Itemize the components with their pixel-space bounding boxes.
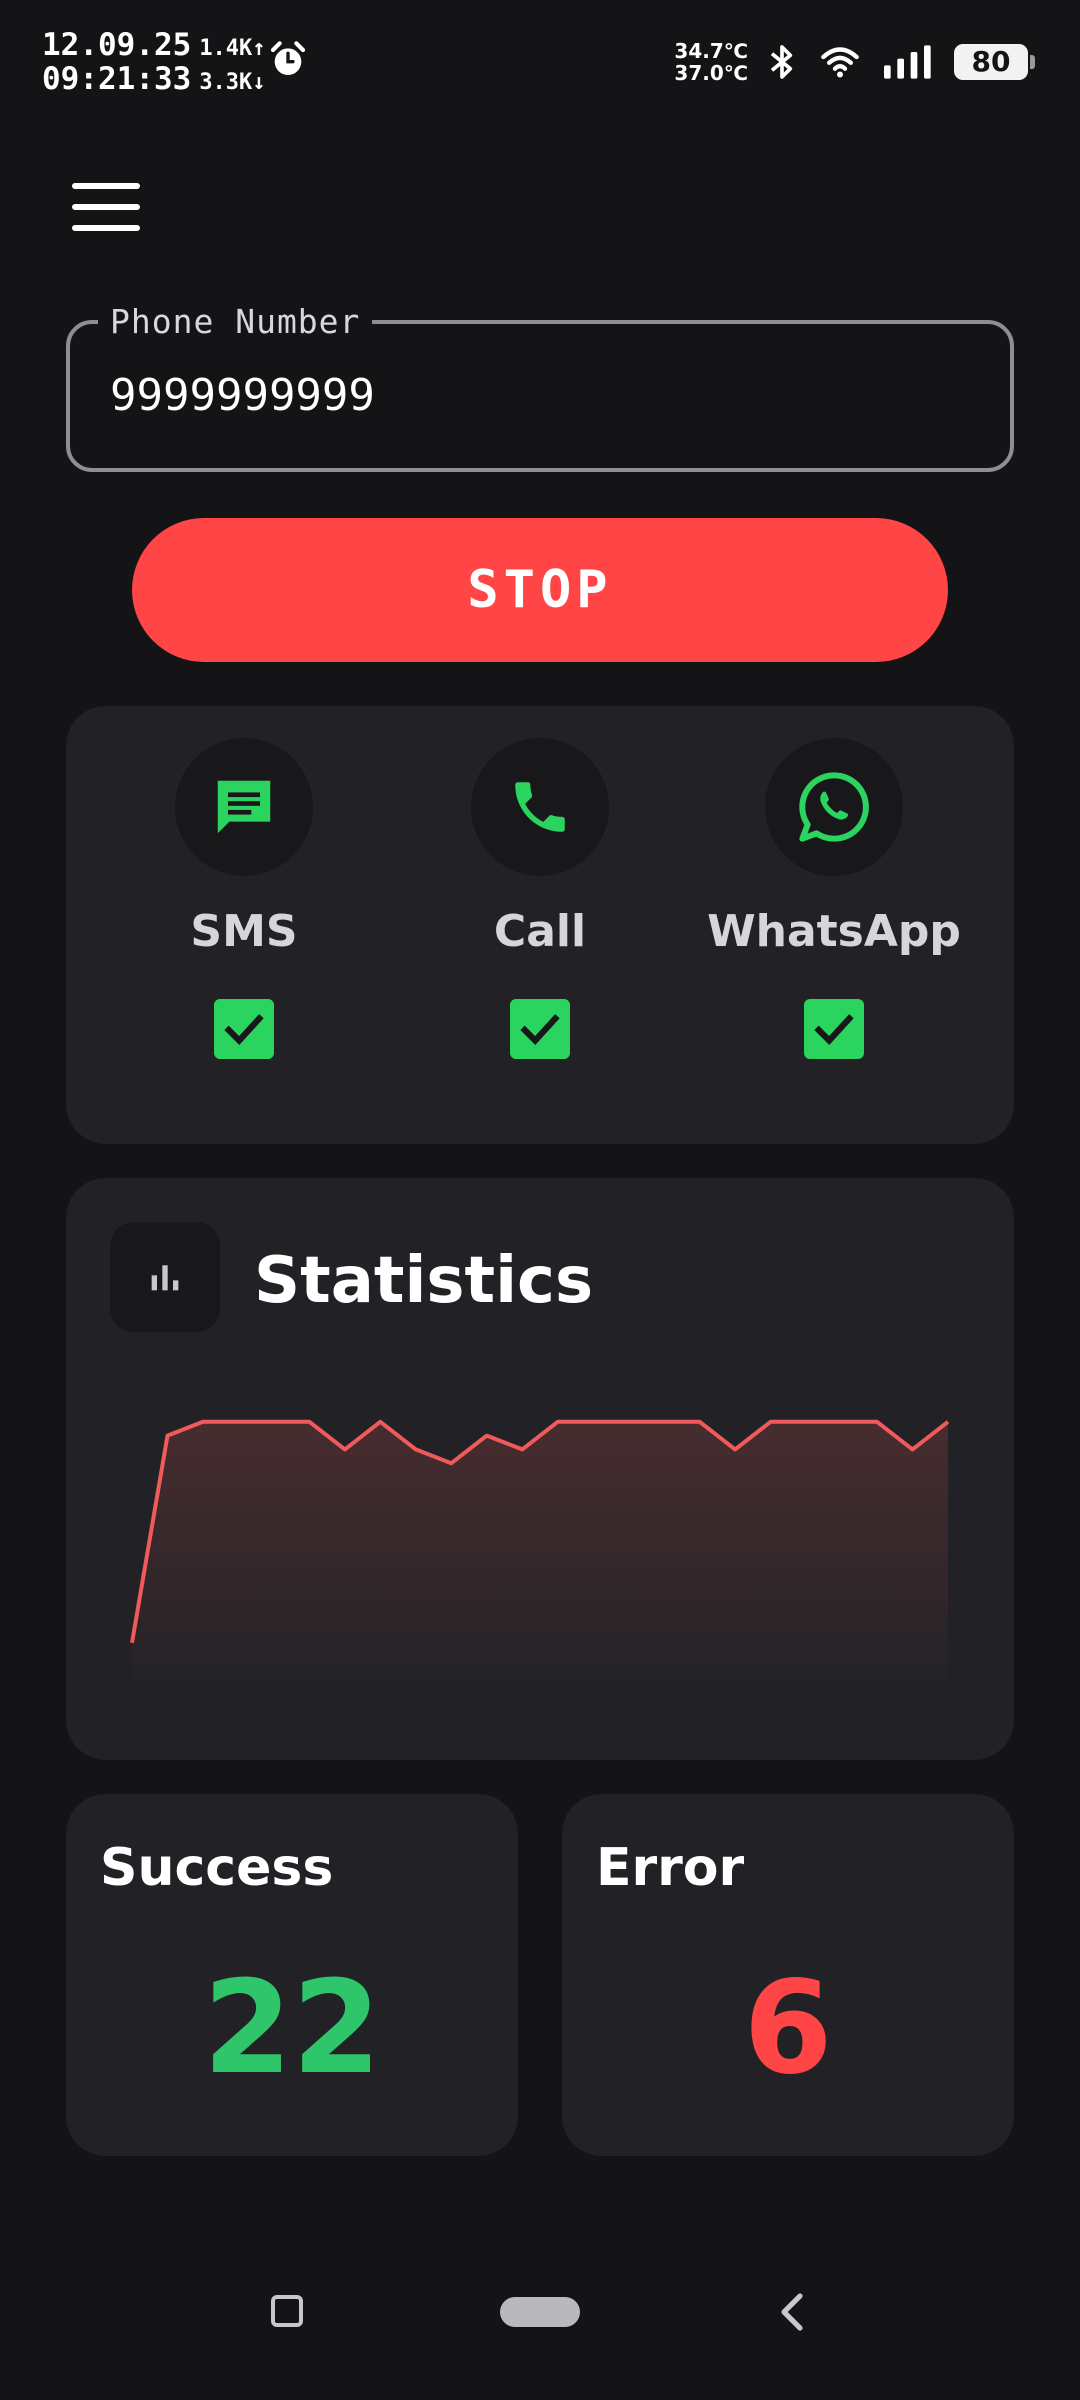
- channel-sms[interactable]: SMS: [124, 738, 364, 1059]
- phone-icon: [515, 782, 565, 832]
- phone-number-field[interactable]: Phone Number: [66, 302, 1014, 472]
- temperature-1: 34.7℃: [674, 39, 748, 63]
- temperature-readout: 34.7℃ 37.0℃: [674, 40, 748, 84]
- success-title: Success: [100, 1838, 334, 1898]
- bar-chart-icon: [110, 1222, 220, 1332]
- phone-icon-circle[interactable]: [471, 738, 609, 876]
- success-count: 22: [202, 1954, 382, 2103]
- bluetooth-icon: [770, 45, 793, 79]
- statistics-title: Statistics: [254, 1244, 594, 1318]
- channel-label: SMS: [190, 906, 298, 957]
- phone-number-label: Phone Number: [98, 302, 373, 341]
- sms-icon: [217, 780, 271, 834]
- channel-call[interactable]: Call: [420, 738, 660, 1059]
- chart-area-fill: [132, 1421, 948, 1698]
- status-right: 34.7℃ 37.0℃ 80: [674, 40, 1035, 84]
- status-left: 12.09.25 1.4K↑ 09:21:33 3.3K↓: [42, 30, 266, 98]
- whatsapp-icon-circle[interactable]: [765, 738, 903, 876]
- success-card: Success 22: [66, 1794, 518, 2156]
- recent-apps-button[interactable]: [271, 2295, 303, 2327]
- channel-label: WhatsApp: [707, 906, 961, 957]
- statistics-card: Statistics: [66, 1178, 1014, 1760]
- status-date: 12.09.25: [42, 27, 192, 63]
- bar-chart-glyph: [151, 1265, 179, 1291]
- error-card: Error 6: [562, 1794, 1014, 2156]
- status-bar: 12.09.25 1.4K↑ 09:21:33 3.3K↓ 34.7℃ 37.0…: [0, 0, 1080, 110]
- whatsapp-checkbox[interactable]: [804, 999, 864, 1059]
- stop-button[interactable]: STOP: [132, 518, 948, 662]
- temperature-2: 37.0℃: [674, 61, 748, 85]
- error-count: 6: [743, 1954, 833, 2103]
- whatsapp-icon: [799, 772, 869, 842]
- upload-speed: 1.4K↑: [199, 36, 266, 61]
- check-icon: [224, 1014, 264, 1045]
- check-icon: [814, 1014, 854, 1045]
- check-icon: [520, 1014, 560, 1045]
- phone-number-input[interactable]: [110, 370, 970, 421]
- menu-line: [72, 204, 140, 210]
- sms-checkbox[interactable]: [214, 999, 274, 1059]
- navigation-bar: [0, 2280, 1080, 2390]
- channel-label: Call: [493, 906, 587, 957]
- app-screen: 12.09.25 1.4K↑ 09:21:33 3.3K↓ 34.7℃ 37.0…: [0, 0, 1080, 2400]
- sms-icon-circle[interactable]: [175, 738, 313, 876]
- menu-line: [72, 225, 140, 231]
- home-button[interactable]: [500, 2297, 580, 2327]
- menu-icon[interactable]: [64, 172, 148, 242]
- wifi-icon: [821, 47, 859, 78]
- back-icon[interactable]: [778, 2292, 806, 2332]
- channels-card: SMS Call WhatsApp: [66, 706, 1014, 1144]
- status-time: 09:21:33: [42, 61, 192, 97]
- error-title: Error: [596, 1838, 745, 1898]
- download-speed: 3.3K↓: [199, 70, 266, 95]
- call-checkbox[interactable]: [510, 999, 570, 1059]
- signal-icon: [884, 45, 931, 79]
- battery-indicator: 80: [954, 44, 1035, 80]
- channel-whatsapp[interactable]: WhatsApp: [707, 738, 961, 1059]
- alarm-icon: [270, 41, 306, 75]
- menu-line: [72, 183, 140, 189]
